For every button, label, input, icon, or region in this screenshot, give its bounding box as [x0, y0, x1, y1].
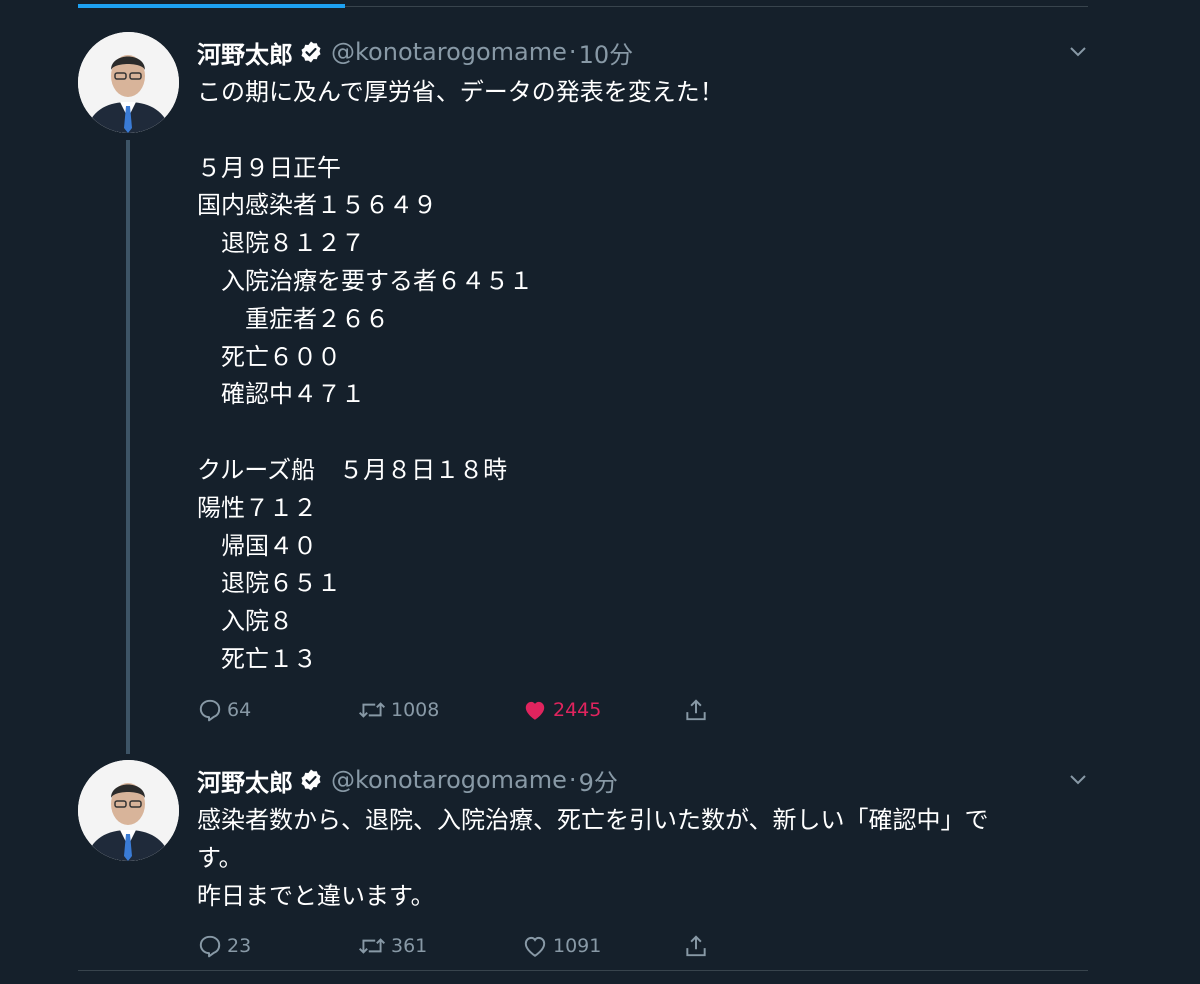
- divider-bottom: [78, 970, 1088, 971]
- retweet-button[interactable]: 361: [357, 933, 521, 959]
- like-button[interactable]: 2445: [521, 697, 683, 723]
- like-count: 2445: [553, 698, 602, 721]
- share-button[interactable]: [683, 697, 709, 723]
- separator-dot: ·: [568, 766, 577, 794]
- display-name[interactable]: 河野太郎: [197, 763, 293, 798]
- reply-button[interactable]: 64: [197, 697, 357, 723]
- tweet-actions: 23 361 1091: [197, 931, 1097, 961]
- tab-indicator: [78, 4, 345, 8]
- timestamp[interactable]: 10分: [579, 35, 634, 70]
- avatar-portrait-icon: [78, 760, 179, 861]
- reply-button[interactable]: 23: [197, 933, 357, 959]
- retweet-button[interactable]: 1008: [357, 697, 521, 723]
- retweet-icon: [358, 701, 386, 718]
- reply-count: 23: [227, 935, 252, 958]
- avatar[interactable]: [78, 760, 179, 861]
- verified-badge-icon: [299, 768, 323, 792]
- like-count: 1091: [553, 935, 602, 958]
- tweet-thread: 河野太郎 @konotarogomame · 10分 この期に及んで厚労省、デー…: [0, 0, 1200, 984]
- chevron-down-icon[interactable]: [1067, 40, 1089, 62]
- verified-badge-icon: [299, 40, 323, 64]
- tweet-text: この期に及んで厚労省、データの発表を変えた！ ５月９日正午 国内感染者１５６４９…: [197, 78, 724, 673]
- user-handle[interactable]: @konotarogomame: [331, 766, 567, 794]
- retweet-count: 361: [391, 935, 428, 958]
- retweet-icon: [358, 938, 386, 955]
- heart-icon: [524, 937, 546, 958]
- tweet-header: 河野太郎 @konotarogomame · 9分: [197, 760, 1097, 800]
- tweet-header: 河野太郎 @konotarogomame · 10分: [197, 32, 1097, 72]
- reply-count: 64: [227, 698, 252, 721]
- share-icon: [686, 935, 706, 957]
- separator-dot: ·: [568, 38, 577, 66]
- like-button[interactable]: 1091: [521, 933, 683, 959]
- display-name[interactable]: 河野太郎: [197, 35, 293, 70]
- chevron-down-icon[interactable]: [1067, 768, 1089, 790]
- user-handle[interactable]: @konotarogomame: [331, 38, 567, 66]
- avatar-portrait-icon: [78, 32, 179, 133]
- share-button[interactable]: [683, 933, 709, 959]
- tweet-text: 感染者数から、退院、入院治療、死亡を引いた数が、新しい「確認中」で す。 昨日ま…: [197, 806, 989, 910]
- share-icon: [686, 699, 706, 720]
- avatar[interactable]: [78, 32, 179, 133]
- reply-icon: [199, 699, 221, 722]
- thread-connector-line: [126, 140, 130, 754]
- reply-icon: [199, 936, 221, 958]
- timestamp[interactable]: 9分: [579, 763, 618, 798]
- heart-icon: [525, 701, 545, 720]
- retweet-count: 1008: [391, 698, 440, 721]
- tweet-actions: 64 1008 2445: [197, 695, 1097, 725]
